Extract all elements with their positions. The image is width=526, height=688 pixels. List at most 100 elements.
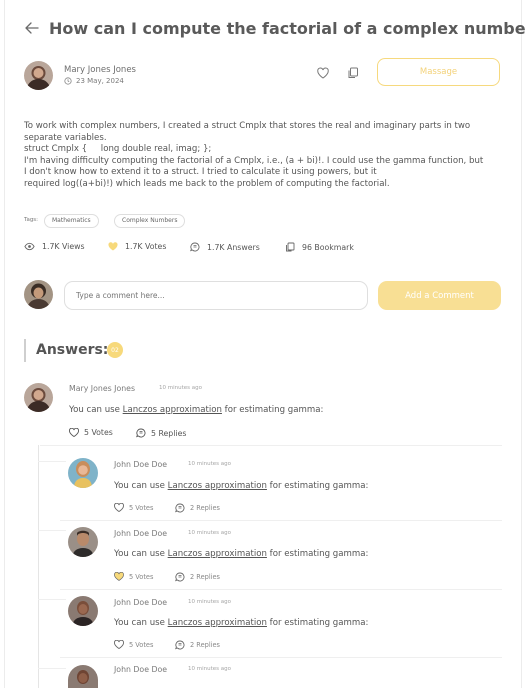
answers-stat: 1.7K Answers bbox=[190, 242, 260, 252]
votes-stat[interactable]: 1.7K Votes bbox=[108, 242, 166, 251]
copy-icon[interactable] bbox=[346, 66, 360, 80]
answer-replies-count: 5 Replies bbox=[151, 428, 187, 438]
answers-accent-bar bbox=[24, 339, 26, 362]
heart-icon bbox=[114, 503, 124, 512]
post-date: 23 May, 2024 bbox=[64, 77, 124, 85]
bookmark-count: 96 Bookmark bbox=[302, 242, 354, 252]
reply-replies[interactable]: 2 Replies bbox=[175, 640, 220, 650]
reply-replies[interactable]: 2 Replies bbox=[175, 572, 220, 582]
reply-votes-count: 5 Votes bbox=[129, 572, 154, 581]
reply-text-end: for estimating gamma: bbox=[266, 549, 369, 559]
reply-votes-count: 5 Votes bbox=[129, 503, 154, 512]
comment-icon bbox=[136, 428, 146, 438]
thread-connector bbox=[38, 599, 66, 600]
comment-icon bbox=[190, 242, 200, 252]
answers-count: 1.7K Answers bbox=[207, 242, 260, 252]
author-name[interactable]: Mary Jones Jones bbox=[64, 65, 136, 75]
divider bbox=[40, 445, 502, 446]
heart-filled-icon bbox=[108, 242, 118, 251]
tag-mathematics[interactable]: Mathematics bbox=[44, 214, 99, 228]
answer-votes-count: 5 Votes bbox=[84, 428, 113, 437]
comment-icon bbox=[175, 640, 185, 650]
divider bbox=[60, 589, 502, 590]
bookmark-icon bbox=[286, 242, 295, 252]
heart-filled-icon bbox=[114, 572, 124, 581]
reply-author[interactable]: John Doe Doe bbox=[114, 665, 167, 674]
answer-author[interactable]: Mary Jones Jones bbox=[69, 384, 135, 393]
views-count: 1.7K Views bbox=[42, 242, 85, 251]
back-arrow-icon[interactable] bbox=[24, 20, 40, 36]
votes-count: 1.7K Votes bbox=[125, 242, 167, 251]
reply-author[interactable]: John Doe Doe bbox=[114, 529, 167, 538]
reply-votes[interactable]: 5 Votes bbox=[114, 572, 153, 581]
comment-icon bbox=[175, 572, 185, 582]
eye-icon bbox=[24, 242, 35, 251]
reply-author[interactable]: John Doe Doe bbox=[114, 598, 167, 607]
message-button[interactable]: Massage bbox=[377, 58, 500, 86]
question-title: How can I compute the factorial of a com… bbox=[49, 19, 526, 38]
body-line: required log((a+bi)!) which leads me bac… bbox=[24, 178, 390, 189]
lanczos-link[interactable]: Lanczos approximation bbox=[168, 549, 267, 559]
reply-avatar[interactable] bbox=[68, 596, 98, 626]
body-line: I don't know how to extend it to a struc… bbox=[24, 167, 377, 177]
reply-text: You can use Lanczos approximation for es… bbox=[114, 549, 368, 559]
add-comment-button[interactable]: Add a Comment bbox=[378, 281, 501, 310]
body-line: To work with complex numbers, I created … bbox=[24, 121, 471, 131]
lanczos-link[interactable]: Lanczos approximation bbox=[123, 405, 222, 415]
reply-time: 10 minutes ago bbox=[188, 461, 231, 467]
thread-line bbox=[38, 445, 39, 688]
comment-input[interactable] bbox=[64, 281, 368, 310]
answer-text-end: for estimating gamma: bbox=[221, 405, 324, 415]
user-avatar bbox=[24, 280, 53, 309]
reply-text: You can use Lanczos approximation for es… bbox=[114, 618, 368, 628]
answers-count-badge: 02 bbox=[107, 342, 123, 358]
reply-time: 10 minutes ago bbox=[188, 530, 231, 536]
question-body: To work with complex numbers, I created … bbox=[24, 121, 506, 190]
reply-votes[interactable]: 5 Votes bbox=[114, 640, 153, 649]
reply-time: 10 minutes ago bbox=[188, 599, 231, 605]
reply-avatar[interactable] bbox=[68, 458, 98, 488]
lanczos-link[interactable]: Lanczos approximation bbox=[168, 618, 267, 628]
reply-text-start: You can use bbox=[114, 549, 168, 559]
reply-replies-count: 2 Replies bbox=[190, 641, 220, 649]
reply-time: 10 minutes ago bbox=[188, 666, 231, 672]
post-date-text: 23 May, 2024 bbox=[76, 77, 124, 85]
reply-replies[interactable]: 2 Replies bbox=[175, 503, 220, 513]
reply-text: You can use Lanczos approximation for es… bbox=[114, 481, 368, 491]
reply-votes[interactable]: 5 Votes bbox=[114, 503, 153, 512]
divider bbox=[60, 520, 502, 521]
reply-replies-count: 2 Replies bbox=[190, 504, 220, 512]
bookmark-stat[interactable]: 96 Bookmark bbox=[285, 242, 354, 252]
tags-label: Tags: bbox=[24, 217, 39, 223]
reply-avatar[interactable] bbox=[68, 527, 98, 557]
body-line: struct Cmplx { long double real, imag; }… bbox=[24, 144, 212, 154]
divider bbox=[60, 657, 502, 658]
thread-connector bbox=[38, 461, 66, 462]
body-line: I'm having difficulty computing the fact… bbox=[24, 155, 484, 166]
views-stat: 1.7K Views bbox=[24, 242, 85, 251]
avatar[interactable] bbox=[24, 383, 53, 412]
lanczos-link[interactable]: Lanczos approximation bbox=[168, 481, 267, 491]
reply-text-end: for estimating gamma: bbox=[266, 618, 369, 628]
thread-connector bbox=[38, 530, 66, 531]
avatar[interactable] bbox=[24, 61, 53, 90]
clock-icon bbox=[64, 77, 72, 85]
reply-avatar[interactable] bbox=[68, 665, 98, 688]
answers-title: Answers: bbox=[36, 342, 109, 358]
reply-replies-count: 2 Replies bbox=[190, 573, 220, 581]
thread-connector bbox=[38, 668, 66, 669]
answer-text-start: You can use bbox=[69, 405, 123, 415]
reply-text-end: for estimating gamma: bbox=[266, 481, 369, 491]
heart-icon[interactable] bbox=[316, 66, 330, 80]
answer-time: 10 minutes ago bbox=[159, 385, 202, 391]
tag-complex-numbers[interactable]: Complex Numbers bbox=[114, 214, 186, 228]
reply-author[interactable]: John Doe Doe bbox=[114, 460, 167, 469]
answer-replies[interactable]: 5 Replies bbox=[136, 428, 186, 438]
reply-votes-count: 5 Votes bbox=[129, 640, 154, 649]
comment-icon bbox=[175, 503, 185, 513]
answer-votes[interactable]: 5 Votes bbox=[69, 428, 113, 437]
answer-text: You can use Lanczos approximation for es… bbox=[69, 405, 323, 415]
body-line: separate variables. bbox=[24, 132, 107, 143]
reply-text-start: You can use bbox=[114, 481, 168, 491]
heart-icon bbox=[114, 640, 124, 649]
